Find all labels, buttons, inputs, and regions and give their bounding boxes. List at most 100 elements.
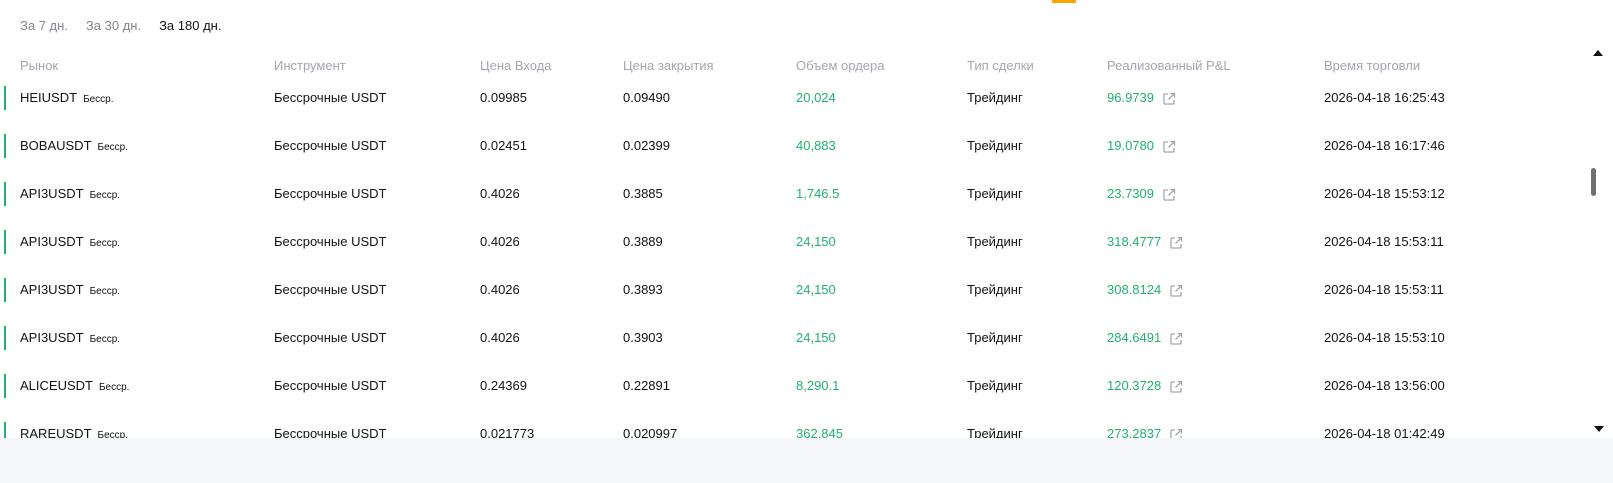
instrument-cell: Бессрочные USDT	[274, 378, 387, 393]
entry-price-cell: 0.021773	[480, 426, 535, 438]
close-price-cell: 0.3885	[623, 186, 663, 201]
trade-type-cell: Трейдинг	[967, 138, 1023, 153]
external-link-icon[interactable]	[1162, 140, 1176, 154]
pnl-value: 19.0780	[1107, 138, 1154, 153]
scrollbar[interactable]	[1588, 0, 1613, 438]
realized-pnl-cell: 284.6491	[1107, 330, 1183, 346]
close-price-cell: 0.09490	[623, 90, 670, 105]
trade-time-cell: 2026-04-18 16:17:46	[1324, 138, 1445, 153]
market-symbol: ALICEUSDT	[20, 378, 93, 393]
instrument-cell: Бессрочные USDT	[274, 234, 387, 249]
contract-type-tag: Бесср.	[98, 382, 130, 393]
trade-type-cell: Трейдинг	[967, 378, 1023, 393]
column-header-order-volume: Объем ордера	[796, 58, 885, 73]
row-side-indicator	[4, 230, 6, 254]
table-row[interactable]: API3USDT Бесср. Бессрочные USDT 0.4026 0.390…	[0, 326, 1588, 374]
market-cell[interactable]: API3USDT Бесср.	[20, 234, 120, 252]
market-cell[interactable]: RAREUSDT Бесср.	[20, 426, 128, 438]
order-volume-cell: 24,150	[796, 234, 836, 249]
column-header-trade-time: Время торговли	[1324, 58, 1421, 73]
entry-price-cell: 0.02451	[480, 138, 527, 153]
table-row[interactable]: API3USDT Бесср. Бессрочные USDT 0.4026 0.389…	[0, 278, 1588, 326]
external-link-icon[interactable]	[1169, 380, 1183, 394]
order-volume-cell: 20,024	[796, 90, 836, 105]
scroll-up-arrow-icon[interactable]	[1593, 50, 1603, 56]
top-accent-indicator	[1052, 0, 1076, 3]
trade-type-cell: Трейдинг	[967, 90, 1023, 105]
contract-type-tag: Бесср.	[89, 190, 121, 201]
instrument-cell: Бессрочные USDT	[274, 330, 387, 345]
trade-type-cell: Трейдинг	[967, 330, 1023, 345]
entry-price-cell: 0.24369	[480, 378, 527, 393]
pnl-value: 96.9739	[1107, 90, 1154, 105]
pnl-value: 284.6491	[1107, 330, 1162, 345]
realized-pnl-cell: 19.0780	[1107, 138, 1176, 154]
market-cell[interactable]: BOBAUSDT Бесср.	[20, 138, 128, 156]
instrument-cell: Бессрочные USDT	[274, 186, 387, 201]
row-side-indicator	[4, 422, 6, 438]
trade-time-cell: 2026-04-18 15:53:11	[1324, 234, 1444, 249]
market-symbol: BOBAUSDT	[20, 138, 92, 153]
order-volume-cell: 1,746.5	[796, 186, 840, 201]
tab-30-days[interactable]: За 30 дн.	[86, 17, 141, 35]
market-cell[interactable]: API3USDT Бесср.	[20, 330, 120, 348]
external-link-icon[interactable]	[1169, 428, 1183, 438]
external-link-icon[interactable]	[1162, 188, 1176, 202]
pnl-value: 273.2837	[1107, 426, 1162, 438]
trade-type-cell: Трейдинг	[967, 234, 1023, 249]
contract-type-tag: Бесср.	[89, 238, 121, 249]
period-tabs: За 7 дн. За 30 дн. За 180 дн.	[20, 17, 221, 35]
row-side-indicator	[4, 134, 6, 158]
scroll-thumb[interactable]	[1591, 168, 1596, 196]
realized-pnl-cell: 96.9739	[1107, 90, 1176, 106]
table-row[interactable]: HEIUSDT Бесср. Бессрочные USDT 0.09985 0.094…	[0, 86, 1588, 134]
entry-price-cell: 0.4026	[480, 234, 520, 249]
row-side-indicator	[4, 374, 6, 398]
trade-time-cell: 2026-04-18 01:42:49	[1324, 426, 1445, 438]
row-side-indicator	[4, 182, 6, 206]
market-symbol: RAREUSDT	[20, 426, 92, 438]
trade-time-cell: 2026-04-18 16:25:43	[1324, 90, 1445, 105]
tab-7-days[interactable]: За 7 дн.	[20, 17, 68, 35]
contract-type-tag: Бесср.	[97, 142, 128, 153]
close-price-cell: 0.3903	[623, 330, 663, 345]
table-row[interactable]: API3USDT Бесср. Бессрочные USDT 0.4026 0.388…	[0, 230, 1588, 278]
column-header-instrument: Инструмент	[274, 58, 346, 73]
entry-price-cell: 0.4026	[480, 186, 520, 201]
contract-type-tag: Бесср.	[83, 94, 114, 105]
entry-price-cell: 0.4026	[480, 330, 520, 345]
market-cell[interactable]: ALICEUSDT Бесср.	[20, 378, 129, 396]
scroll-down-arrow-icon[interactable]	[1594, 426, 1604, 432]
table-row[interactable]: API3USDT Бесср. Бессрочные USDT 0.4026 0.388…	[0, 182, 1588, 230]
table-row[interactable]: RAREUSDT Бесср. Бессрочные USDT 0.021773 0.0…	[0, 422, 1588, 438]
market-cell[interactable]: API3USDT Бесср.	[20, 282, 120, 300]
table-row[interactable]: BOBAUSDT Бесср. Бессрочные USDT 0.02451 0.02…	[0, 134, 1588, 182]
row-side-indicator	[4, 86, 6, 110]
market-cell[interactable]: API3USDT Бесср.	[20, 186, 120, 204]
order-volume-cell: 8,290.1	[796, 378, 840, 393]
close-price-cell: 0.3889	[623, 234, 663, 249]
trade-history-panel: За 7 дн. За 30 дн. За 180 дн. Рынок Инструм…	[0, 0, 1613, 438]
realized-pnl-cell: 273.2837	[1107, 426, 1183, 438]
row-side-indicator	[4, 326, 6, 350]
contract-type-tag: Бесср.	[97, 430, 128, 438]
instrument-cell: Бессрочные USDT	[274, 282, 387, 297]
table-header: Рынок Инструмент Цена Входа Цена закрытия Об…	[0, 58, 1588, 76]
column-header-close-price: Цена закрытия	[623, 58, 714, 73]
entry-price-cell: 0.4026	[480, 282, 520, 297]
tab-180-days[interactable]: За 180 дн.	[159, 17, 221, 35]
pnl-value: 318.4777	[1107, 234, 1162, 249]
pnl-value: 308.8124	[1107, 282, 1162, 297]
contract-type-tag: Бесср.	[89, 334, 121, 345]
market-cell[interactable]: HEIUSDT Бесср.	[20, 90, 114, 108]
external-link-icon[interactable]	[1162, 92, 1176, 106]
market-symbol: HEIUSDT	[20, 90, 78, 105]
external-link-icon[interactable]	[1169, 284, 1183, 298]
external-link-icon[interactable]	[1169, 332, 1183, 346]
table-row[interactable]: ALICEUSDT Бесср. Бессрочные USDT 0.24369 0.2…	[0, 374, 1588, 422]
external-link-icon[interactable]	[1169, 236, 1183, 250]
column-header-entry-price: Цена Входа	[480, 58, 552, 73]
order-volume-cell: 24,150	[796, 282, 836, 297]
trade-time-cell: 2026-04-18 15:53:10	[1324, 330, 1445, 345]
market-symbol: API3USDT	[20, 186, 84, 201]
